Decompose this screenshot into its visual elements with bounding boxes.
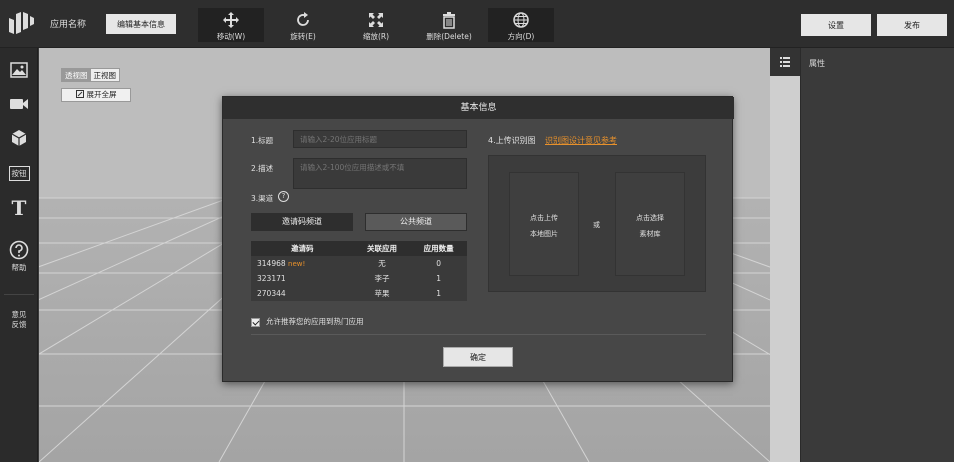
invite-code: 314968 — [257, 259, 286, 268]
description-label: 2.描述 — [251, 164, 274, 173]
app-count: 0 — [410, 256, 467, 271]
title-input[interactable] — [293, 130, 467, 148]
tool-move-label: 移动(W) — [216, 32, 246, 41]
rotate-icon — [297, 12, 309, 26]
tool-rotate-label: 旋转(E) — [290, 32, 316, 41]
invite-code: 270344 — [257, 289, 286, 298]
sidebar-item-text[interactable]: T — [0, 196, 38, 220]
new-badge: new! — [288, 260, 306, 268]
dialog-divider — [251, 334, 706, 335]
fullscreen-label: 展开全屏 — [86, 90, 117, 99]
tool-scale[interactable]: 缩放(R) — [343, 8, 409, 42]
basic-info-dialog: 基本信息 1.标题 2.描述 3.渠道 ? 邀请码频道 公共频道 邀请码 关联应… — [222, 96, 734, 382]
linked-app: 苹果 — [353, 286, 411, 301]
channel-help-icon[interactable]: ? — [278, 191, 289, 202]
tab-perspective-view[interactable]: 透视图 — [62, 69, 91, 81]
fullscreen-button[interactable]: 展开全屏 — [61, 88, 131, 102]
list-icon — [780, 57, 790, 67]
edit-icon — [75, 90, 84, 98]
publish-button[interactable]: 发布 — [877, 14, 947, 36]
scale-icon — [369, 13, 383, 27]
left-sidebar: 按钮 T 帮助 意见反馈 — [0, 48, 38, 462]
upload-local-image-button[interactable]: 点击上传 本地图片 — [509, 172, 579, 276]
properties-panel: 属性 — [800, 48, 954, 462]
channel-label: 3.渠道 — [251, 194, 274, 203]
title-label: 1.标题 — [251, 136, 274, 145]
table-header: 关联应用 — [353, 241, 411, 256]
description-input[interactable] — [293, 158, 467, 189]
tool-move[interactable]: 移动(W) — [198, 8, 264, 42]
table-row[interactable]: 323171 李子 1 — [251, 271, 467, 286]
invite-code-table: 邀请码 关联应用 应用数量 314968 new! 无 0 323171 李子 … — [251, 241, 467, 301]
sidebar-item-button[interactable]: 按钮 — [0, 166, 38, 181]
app-name: 应用名称 — [50, 20, 87, 30]
tool-scale-label: 缩放(R) — [362, 32, 390, 41]
tab-invite-code-channel[interactable]: 邀请码频道 — [251, 213, 353, 231]
linked-app: 无 — [353, 256, 411, 271]
tool-rotate[interactable]: 旋转(E) — [270, 8, 336, 42]
text-tool-icon: T — [11, 196, 27, 220]
invite-code: 323171 — [257, 274, 286, 283]
sidebar-item-feedback[interactable]: 意见反馈 — [0, 310, 38, 330]
design-guide-link[interactable]: 识别图设计意见参考 — [545, 135, 617, 146]
tool-direction-label: 方向(D) — [507, 32, 535, 41]
upload-local-line: 点击上传 — [530, 214, 558, 222]
app-logo-icon — [9, 12, 34, 34]
choose-library-line: 点击选择 — [636, 214, 664, 222]
table-row[interactable]: 270344 苹果 1 — [251, 286, 467, 301]
sidebar-divider — [4, 294, 34, 295]
upload-label: 4.上传识别图 — [488, 136, 536, 145]
settings-button[interactable]: 设置 — [801, 14, 871, 36]
trash-icon — [443, 12, 455, 29]
video-camera-icon — [10, 99, 28, 109]
right-strip — [770, 48, 800, 462]
top-bar: 应用名称 编辑基本信息 移动(W) 旋转(E) 缩放(R) 删除(Delete) — [0, 0, 954, 48]
sidebar-item-image[interactable] — [0, 62, 38, 78]
view-switch: 透视图 正视图 — [61, 68, 120, 82]
tool-direction[interactable]: 方向(D) — [488, 8, 554, 42]
properties-title: 属性 — [809, 59, 825, 68]
sidebar-item-video[interactable] — [0, 97, 38, 111]
linked-app: 李子 — [353, 271, 411, 286]
allow-recommend-checkbox[interactable] — [251, 317, 260, 327]
move-icon — [223, 12, 239, 28]
property-list-toggle[interactable] — [770, 48, 800, 76]
table-header: 应用数量 — [410, 241, 467, 256]
choose-library-line: 素材库 — [639, 230, 661, 238]
upload-area: 点击上传 本地图片 或 点击选择 素材库 — [488, 155, 706, 292]
allow-recommend-label: 允许推荐您的应用到热门应用 — [266, 317, 364, 326]
or-label: 或 — [593, 221, 600, 229]
globe-icon — [513, 12, 529, 28]
cube-icon — [11, 130, 27, 146]
table-header: 邀请码 — [251, 241, 354, 256]
dialog-title: 基本信息 — [223, 97, 734, 119]
sidebar-item-model[interactable] — [0, 129, 38, 147]
tab-public-channel[interactable]: 公共频道 — [365, 213, 467, 231]
app-count: 1 — [410, 271, 467, 286]
tool-delete-label: 删除(Delete) — [426, 32, 472, 41]
help-icon — [9, 240, 29, 260]
choose-library-button[interactable]: 点击选择 素材库 — [615, 172, 685, 276]
app-count: 1 — [410, 286, 467, 301]
edit-basic-info-button[interactable]: 编辑基本信息 — [106, 14, 176, 34]
table-row[interactable]: 314968 new! 无 0 — [251, 256, 467, 271]
allow-recommend-row: 允许推荐您的应用到热门应用 — [251, 316, 364, 327]
tab-front-view[interactable]: 正视图 — [91, 69, 120, 81]
upload-local-line: 本地图片 — [530, 230, 558, 238]
feedback-label: 意见反馈 — [11, 310, 27, 329]
help-label: 帮助 — [11, 263, 27, 272]
image-icon — [10, 62, 28, 78]
sidebar-item-help[interactable]: 帮助 — [0, 240, 38, 273]
button-tool-label: 按钮 — [8, 166, 30, 181]
confirm-button[interactable]: 确定 — [443, 347, 513, 367]
tool-delete[interactable]: 删除(Delete) — [416, 8, 482, 42]
